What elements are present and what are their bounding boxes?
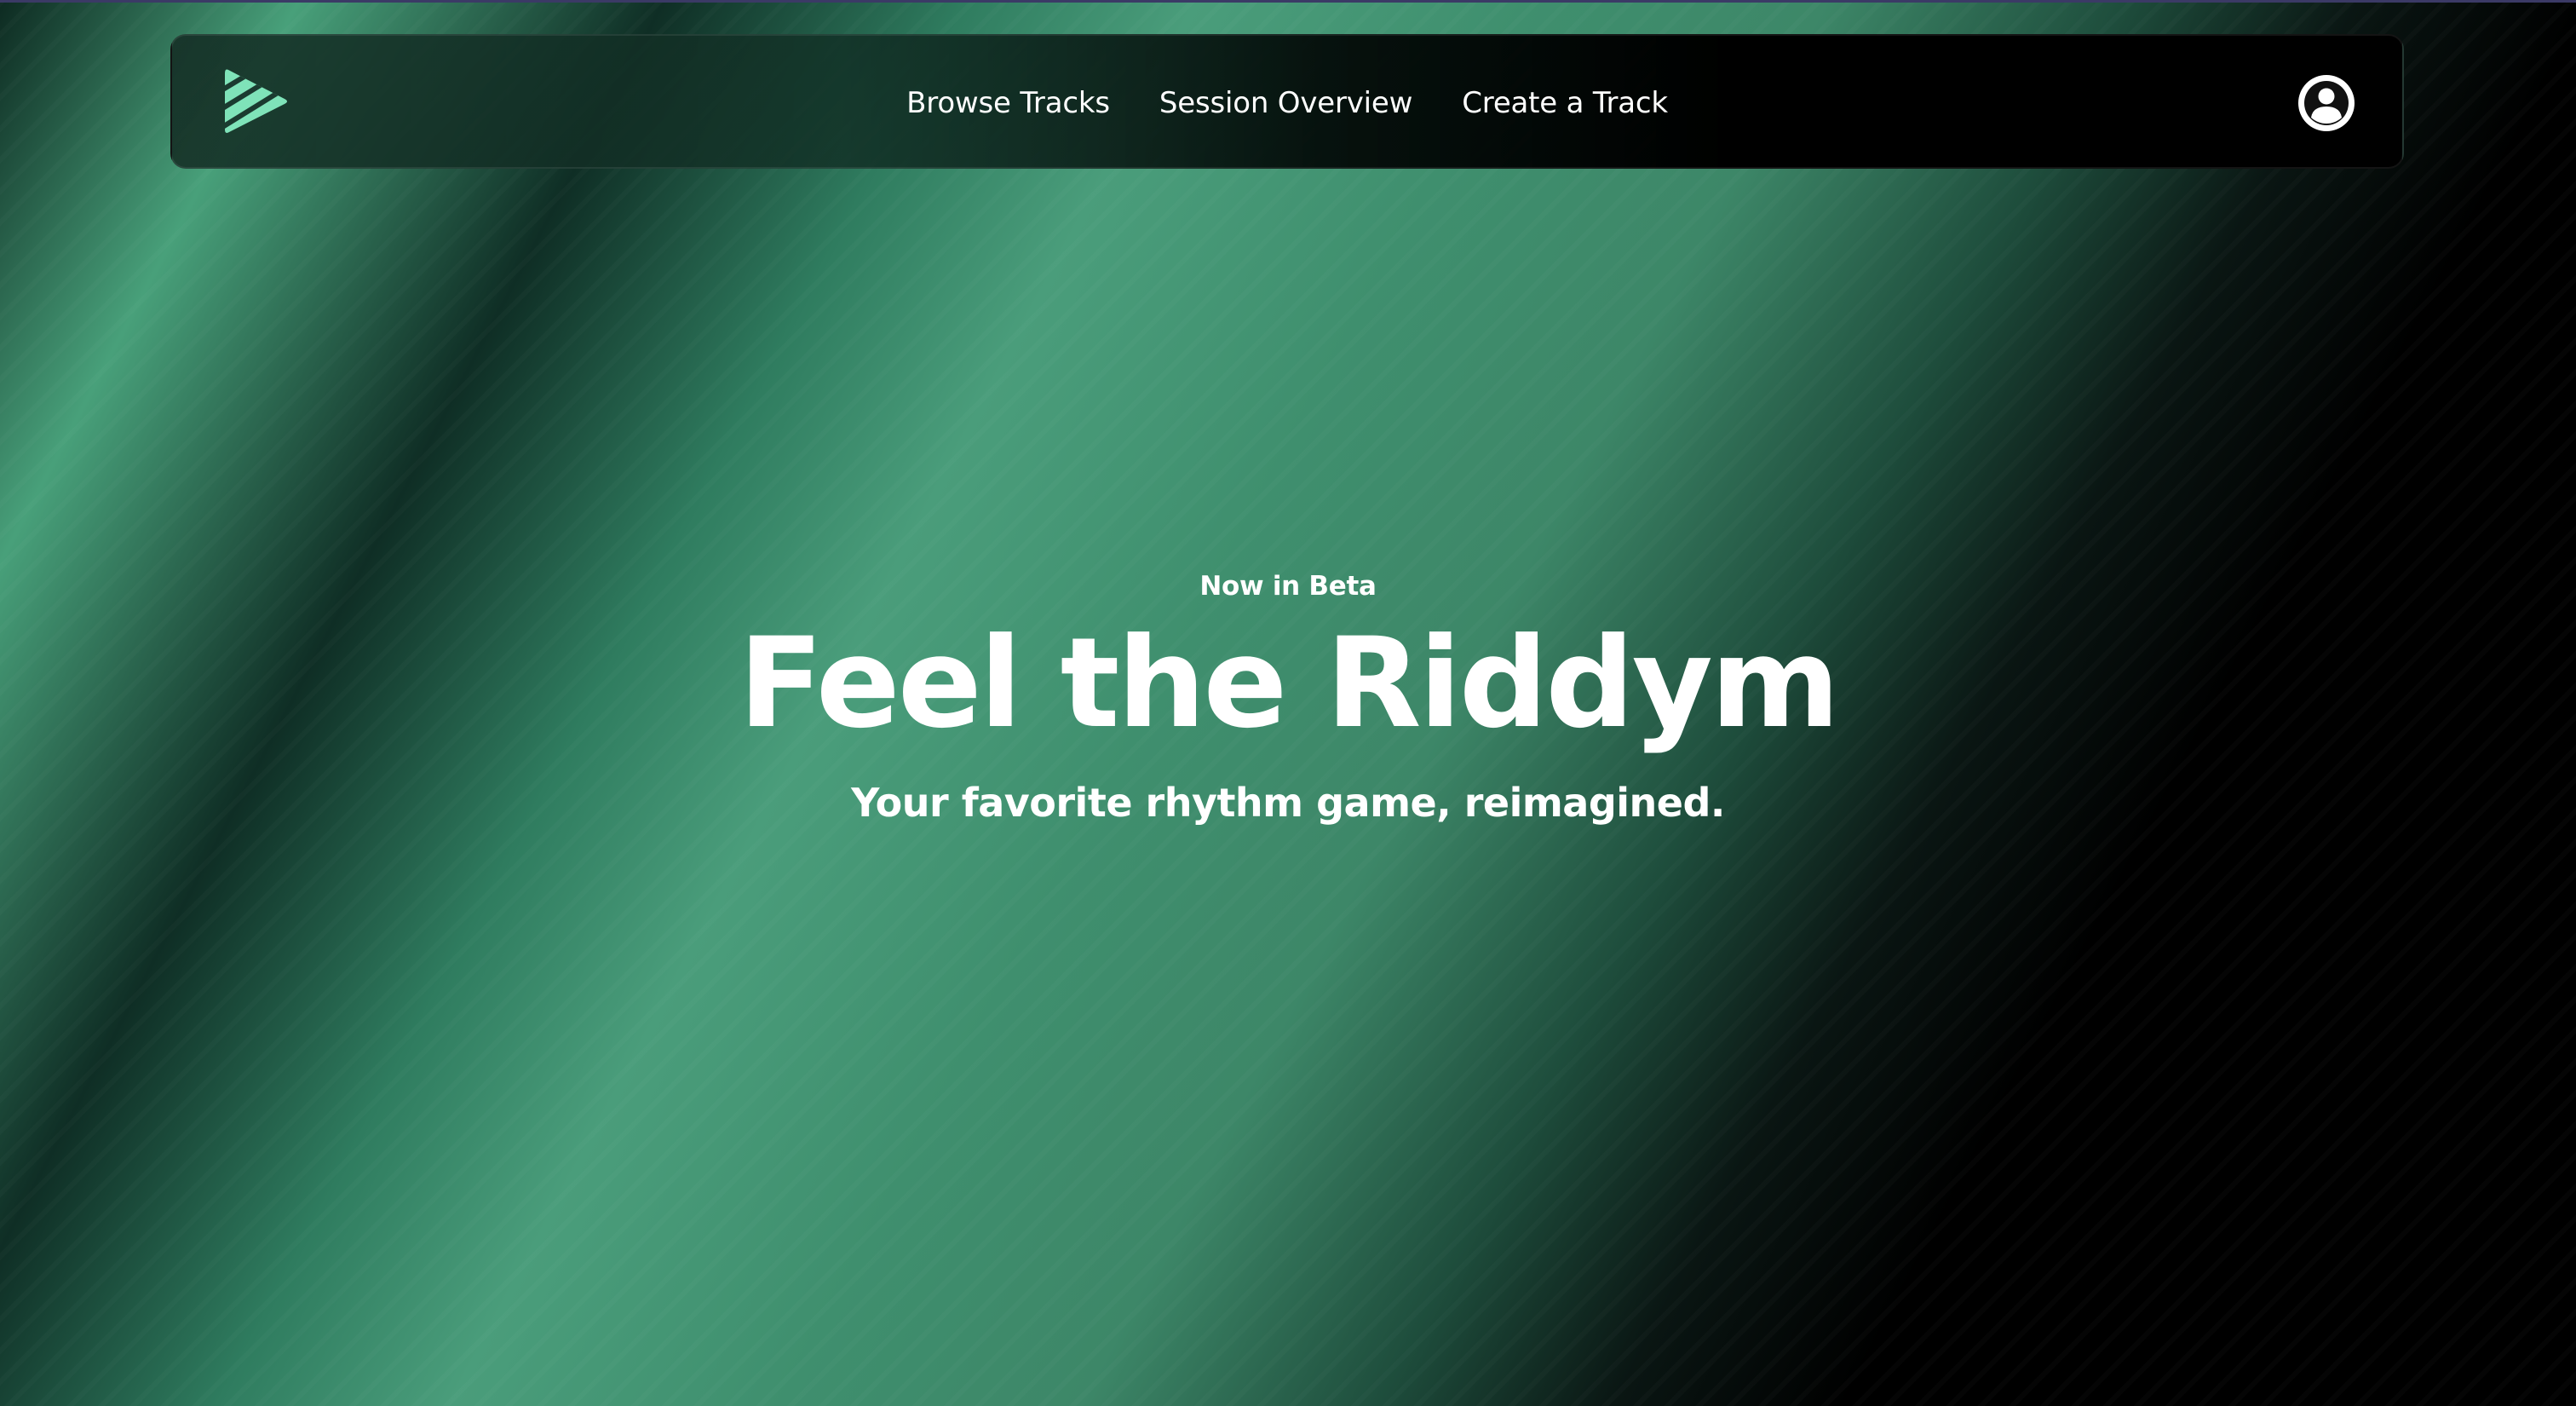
hero-section: Now in Beta Feel the Riddym Your favorit…	[0, 571, 2576, 826]
top-navigation-bar: Browse Tracks Session Overview Create a …	[170, 34, 2404, 169]
nav-link-session-overview[interactable]: Session Overview	[1159, 86, 1413, 120]
window-top-border	[0, 0, 2576, 3]
user-account-icon[interactable]	[2298, 75, 2355, 131]
nav-link-create-a-track[interactable]: Create a Track	[1462, 86, 1668, 120]
hero-headline: Feel the Riddym	[738, 611, 1840, 756]
landing-page: Browse Tracks Session Overview Create a …	[0, 0, 2576, 1406]
beta-label: Now in Beta	[1199, 571, 1377, 602]
nav-link-browse-tracks[interactable]: Browse Tracks	[906, 86, 1110, 120]
hero-subheadline: Your favorite rhythm game, reimagined.	[851, 780, 1725, 827]
nav-links: Browse Tracks Session Overview Create a …	[172, 36, 2402, 170]
